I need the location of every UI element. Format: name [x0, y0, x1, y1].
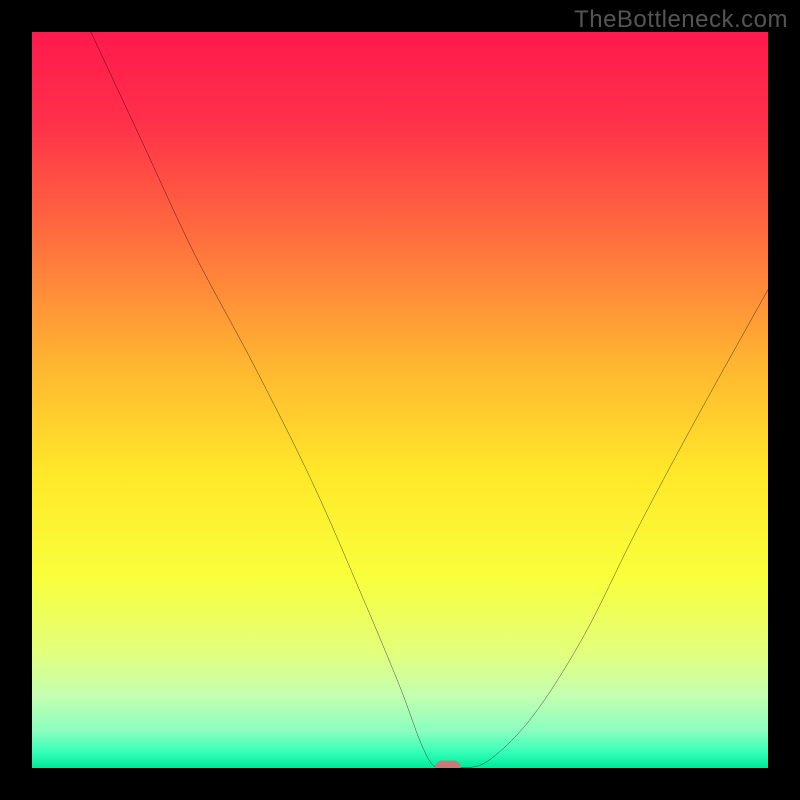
plot-area: [32, 32, 768, 768]
watermark-text: TheBottleneck.com: [574, 6, 788, 34]
optimal-marker: [435, 761, 461, 769]
chart-frame: TheBottleneck.com: [0, 0, 800, 800]
bottleneck-curve: [32, 32, 768, 768]
